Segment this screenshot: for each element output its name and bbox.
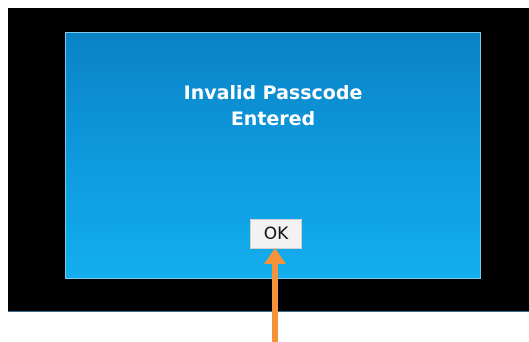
error-message-line1: Invalid Passcode	[183, 82, 363, 104]
error-dialog: Invalid Passcode Entered OK	[65, 32, 481, 279]
error-message-line2: Entered	[230, 108, 316, 130]
ok-button[interactable]: OK	[250, 219, 302, 249]
up-arrow-icon	[264, 248, 286, 342]
error-message: Invalid Passcode Entered	[66, 80, 480, 132]
